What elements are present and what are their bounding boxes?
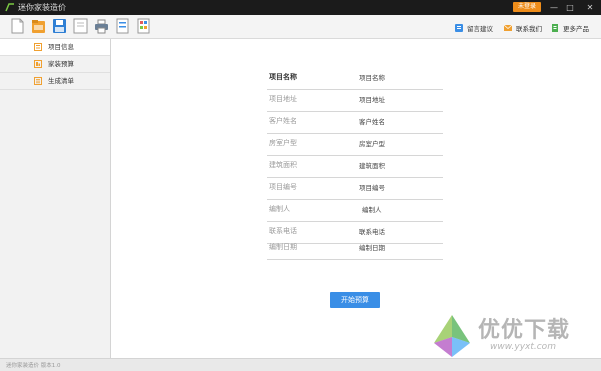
watermark-url: www.yyxt.com [490, 342, 556, 352]
maximize-button[interactable]: □ [563, 0, 577, 15]
form-row-project-name[interactable]: 项目名称 项目名称 [267, 70, 443, 90]
contact-link[interactable]: 联系我们 [504, 22, 542, 34]
calculator-icon[interactable] [136, 18, 151, 34]
title-bar: 迷你家装造价 未登录 — □ ✕ [0, 0, 601, 15]
watermark-text: 优优下载 [478, 318, 571, 343]
print-icon[interactable] [94, 18, 109, 34]
sidebar-item-generate-list[interactable]: 生成清单 [0, 73, 110, 90]
form-row-compile-date[interactable]: 编制日期 编制日期 [267, 240, 443, 260]
form-row-room-type[interactable]: 房室户型 房室户型 [267, 136, 443, 156]
sidebar: 项目信息 家装预算 生成清单 [0, 39, 111, 358]
contact-label: 联系我们 [516, 25, 542, 33]
field-label: 项目编号 [269, 183, 297, 191]
sidebar-item-label: 生成清单 [48, 77, 74, 85]
watermark-logo-icon [434, 315, 470, 357]
minimize-button[interactable]: — [547, 0, 561, 15]
compile-date-input[interactable]: 编制日期 [359, 243, 385, 253]
sidebar-item-budget[interactable]: 家装预算 [0, 56, 110, 73]
form-row-customer-name[interactable]: 客户姓名 客户姓名 [267, 114, 443, 134]
save-icon[interactable] [52, 18, 67, 34]
project-name-input[interactable]: 项目名称 [359, 73, 385, 83]
close-button[interactable]: ✕ [583, 0, 597, 15]
field-label: 建筑面积 [269, 161, 297, 169]
toolbar: 留言建议 联系我们 更多产品 [0, 15, 601, 39]
field-label: 客户姓名 [269, 117, 297, 125]
start-budget-button[interactable]: 开始预算 [330, 292, 380, 308]
building-area-input[interactable]: 建筑面积 [359, 161, 385, 171]
form-row-project-address[interactable]: 项目地址 项目地址 [267, 92, 443, 112]
feedback-link[interactable]: 留言建议 [455, 22, 493, 34]
mail-icon [504, 24, 512, 31]
products-label: 更多产品 [563, 25, 589, 33]
status-bar: 迷你家装造价 版本1.0 [0, 358, 601, 371]
export-icon[interactable] [115, 18, 130, 34]
preview-icon[interactable] [73, 18, 88, 34]
budget-icon [34, 60, 42, 68]
feedback-icon [455, 24, 463, 32]
info-icon [34, 43, 42, 51]
compiler-input[interactable]: 编制人 [362, 205, 382, 215]
phone-input[interactable]: 联系电话 [359, 227, 385, 237]
status-text: 迷你家装造价 版本1.0 [6, 363, 61, 369]
list-icon [34, 77, 42, 85]
customer-name-input[interactable]: 客户姓名 [359, 117, 385, 127]
login-button[interactable]: 未登录 [513, 2, 541, 12]
project-address-input[interactable]: 项目地址 [359, 95, 385, 105]
sidebar-item-label: 家装预算 [48, 60, 74, 68]
products-link[interactable]: 更多产品 [551, 22, 589, 34]
window-title: 迷你家装造价 [18, 3, 66, 12]
field-label: 房室户型 [269, 139, 297, 147]
field-label: 编制日期 [269, 243, 297, 251]
project-info-panel: 项目名称 项目名称 项目地址 项目地址 客户姓名 客户姓名 房室户型 房室户型 … [111, 39, 601, 358]
field-label: 项目地址 [269, 95, 297, 103]
app-logo-icon [5, 3, 14, 12]
new-icon[interactable] [10, 18, 25, 34]
form-row-project-number[interactable]: 项目编号 项目编号 [267, 180, 443, 200]
products-icon [552, 24, 558, 32]
field-label: 联系电话 [269, 227, 297, 235]
project-number-input[interactable]: 项目编号 [359, 183, 385, 193]
form-row-compiler[interactable]: 编制人 编制人 [267, 202, 443, 222]
room-type-input[interactable]: 房室户型 [359, 139, 385, 149]
feedback-label: 留言建议 [467, 25, 493, 33]
form-row-building-area[interactable]: 建筑面积 建筑面积 [267, 158, 443, 178]
sidebar-item-project-info[interactable]: 项目信息 [0, 39, 110, 56]
open-folder-icon[interactable] [31, 18, 46, 34]
field-label: 项目名称 [269, 73, 297, 81]
sidebar-item-label: 项目信息 [48, 43, 74, 51]
field-label: 编制人 [269, 205, 290, 213]
